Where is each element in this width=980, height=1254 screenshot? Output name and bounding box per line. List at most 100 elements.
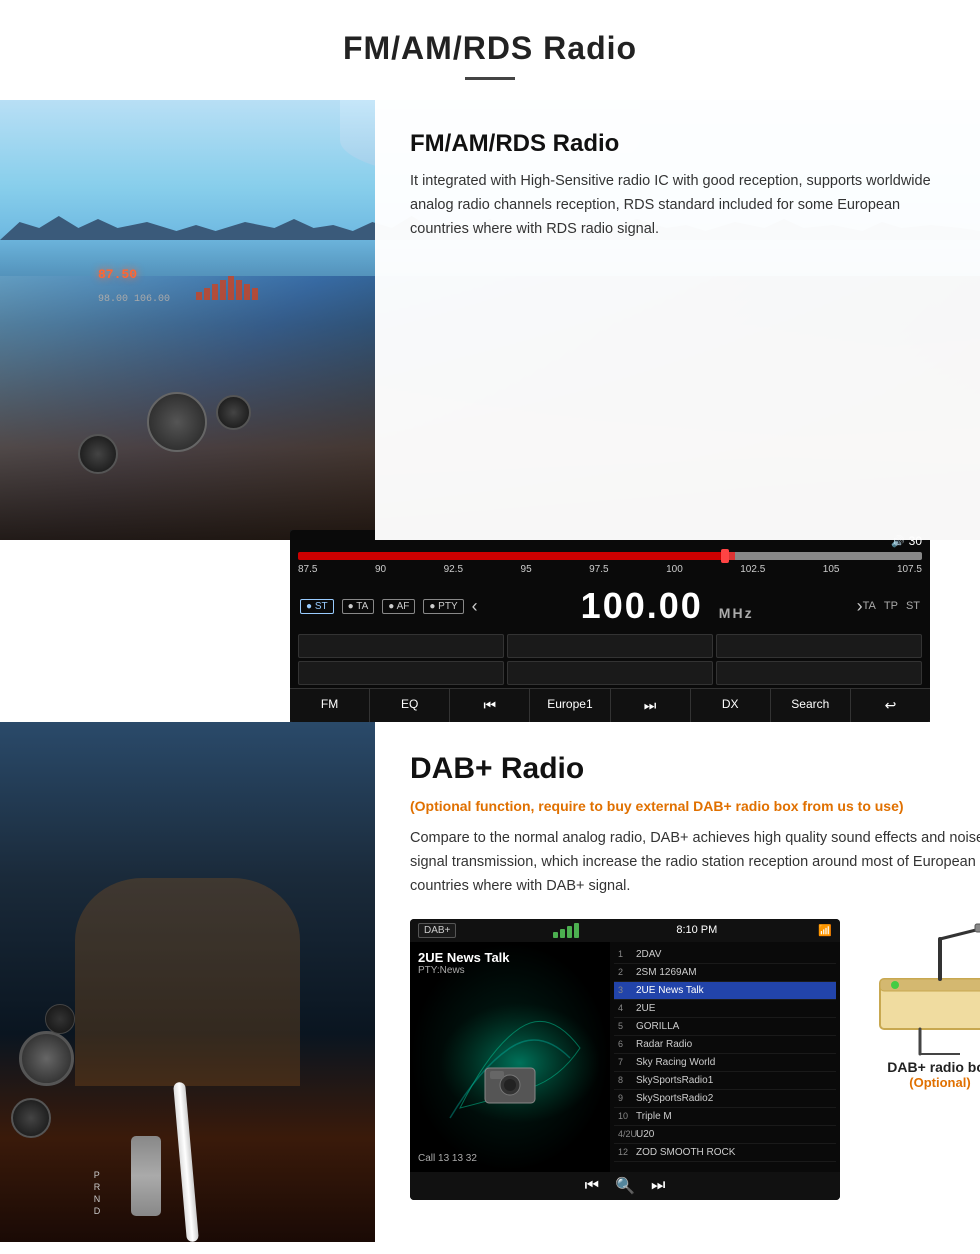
hero-right-panel: FM/AM/RDS Radio It integrated with High-…: [375, 100, 980, 540]
fm-hero-section: 87.50 98.00 106.00 FM/AM/RDS Radio It in…: [0, 100, 980, 540]
dab-visual-art: [430, 988, 610, 1138]
fm-screen-container: 🔊 30 87.5 90 92.5 95 97.5 100 102.5 105 …: [290, 530, 930, 722]
freq-label-925: 92.5: [444, 564, 463, 575]
station-name-8: SkySportsRadio1: [636, 1075, 713, 1086]
fm-button-search[interactable]: Search: [771, 689, 851, 722]
station-name-4: 2UE: [636, 1003, 655, 1014]
dab-next-button[interactable]: ⏭: [651, 1177, 665, 1195]
dab-left-panel: [0, 722, 375, 1230]
fm-preset-4[interactable]: [298, 661, 504, 685]
dab-station-item[interactable]: 7 Sky Racing World: [614, 1054, 836, 1072]
freq-label-95: 95: [521, 564, 532, 575]
badge-st[interactable]: ● ST: [300, 599, 334, 614]
label-tp: TP: [884, 600, 898, 612]
page-header: FM/AM/RDS Radio: [0, 0, 980, 100]
fm-button-dx[interactable]: DX: [691, 689, 771, 722]
station-num-1: 1: [618, 949, 636, 959]
dab-station-info: 2UE News Talk PTY:News: [418, 950, 602, 976]
fm-section-title: FM/AM/RDS Radio: [410, 130, 945, 158]
dab-signal-bars: [553, 923, 579, 938]
freq-prev-button[interactable]: ‹: [472, 596, 478, 617]
freq-label-90: 90: [375, 564, 386, 575]
dab-station-item[interactable]: 6 Radar Radio: [614, 1036, 836, 1054]
signal-bar-3: [567, 926, 572, 938]
dab-pty: PTY:News: [418, 965, 602, 976]
fm-screen: 🔊 30 87.5 90 92.5 95 97.5 100 102.5 105 …: [290, 530, 930, 722]
station-name-10: Triple M: [636, 1111, 672, 1122]
dab-section: P R N D DAB+ Radio (Optional function, r…: [0, 722, 980, 1242]
dab-box-container: DAB+ radio box (Optional): [860, 919, 980, 1090]
fm-preset-1[interactable]: [298, 634, 504, 658]
station-num-4: 4: [618, 1003, 636, 1013]
station-num-7: 7: [618, 1057, 636, 1067]
signal-bar-1: [553, 932, 558, 938]
dab-station-item[interactable]: 4/2U U20: [614, 1126, 836, 1144]
freq-label-1025: 102.5: [740, 564, 765, 575]
fm-button-eq[interactable]: EQ: [370, 689, 450, 722]
dab-prev-button[interactable]: ⏮: [585, 1177, 599, 1195]
dab-call-info: Call 13 13 32: [418, 1153, 477, 1164]
dab-screen-left: 2UE News Talk PTY:News: [410, 942, 610, 1172]
freq-track[interactable]: [298, 552, 922, 560]
dab-content: DAB+ Radio (Optional function, require t…: [0, 722, 980, 1230]
station-num-12: 12: [618, 1147, 636, 1157]
dab-screen-top: DAB+ 8:10 PM 📶: [410, 919, 840, 942]
next-icon: ⏭: [644, 697, 657, 713]
fm-preset-6[interactable]: [716, 661, 922, 685]
station-name-3: 2UE News Talk: [636, 985, 704, 996]
fm-frequency-display: 100.00 MHz: [486, 585, 849, 627]
fm-button-fm[interactable]: FM: [290, 689, 370, 722]
fm-button-next[interactable]: ⏭: [611, 689, 691, 722]
station-num-8: 8: [618, 1075, 636, 1085]
station-num-6: 6: [618, 1039, 636, 1049]
fm-preset-2[interactable]: [507, 634, 713, 658]
title-underline: [465, 77, 515, 80]
dab-badge: DAB+: [418, 923, 456, 938]
dab-station-item[interactable]: 4 2UE: [614, 1000, 836, 1018]
freq-labels: 87.5 90 92.5 95 97.5 100 102.5 105 107.5: [298, 562, 922, 577]
hero-content: FM/AM/RDS Radio It integrated with High-…: [0, 100, 980, 540]
dab-station-item[interactable]: 8 SkySportsRadio1: [614, 1072, 836, 1090]
freq-label-100: 100: [666, 564, 683, 575]
fm-controls-top: ● ST ● TA ● AF ● PTY ‹ 100.00 MHz › TA T…: [290, 581, 930, 631]
fm-presets: [290, 631, 930, 688]
dab-screen: DAB+ 8:10 PM 📶: [410, 919, 840, 1200]
freq-label-975: 97.5: [589, 564, 608, 575]
signal-bar-2: [560, 929, 565, 938]
dab-time: 8:10 PM: [676, 924, 717, 936]
dab-station-item-active[interactable]: 3 2UE News Talk: [614, 982, 836, 1000]
page-title: FM/AM/RDS Radio: [20, 30, 960, 67]
station-name-12: ZOD SMOOTH ROCK: [636, 1147, 735, 1158]
badge-ta[interactable]: ● TA: [342, 599, 375, 614]
station-num-11: 4/2U: [618, 1129, 636, 1139]
dab-section-title: DAB+ Radio: [410, 752, 980, 786]
dab-station-item[interactable]: 10 Triple M: [614, 1108, 836, 1126]
badge-af[interactable]: ● AF: [382, 599, 415, 614]
badge-pty[interactable]: ● PTY: [423, 599, 463, 614]
dab-section-description: Compare to the normal analog radio, DAB+…: [410, 827, 980, 899]
fm-button-europe1[interactable]: Europe1: [530, 689, 610, 722]
dab-station-item[interactable]: 5 GORILLA: [614, 1018, 836, 1036]
hero-left-panel: [0, 100, 375, 540]
dab-station-item[interactable]: 1 2DAV: [614, 946, 836, 964]
freq-thumb[interactable]: [721, 549, 729, 563]
station-num-2: 2: [618, 967, 636, 977]
fm-button-prev[interactable]: ⏮: [450, 689, 530, 722]
station-name-6: Radar Radio: [636, 1039, 692, 1050]
fm-screen-inner: 🔊 30 87.5 90 92.5 95 97.5 100 102.5 105 …: [290, 530, 930, 722]
dab-right-panel: DAB+ Radio (Optional function, require t…: [375, 722, 980, 1230]
station-name-1: 2DAV: [636, 949, 661, 960]
fm-preset-3[interactable]: [716, 634, 922, 658]
dab-station-item[interactable]: 2 2SM 1269AM: [614, 964, 836, 982]
station-name-5: GORILLA: [636, 1021, 679, 1032]
fm-preset-5[interactable]: [507, 661, 713, 685]
freq-label-105: 105: [823, 564, 840, 575]
fm-button-back[interactable]: ↩: [851, 689, 930, 722]
dab-search-button[interactable]: 🔍: [615, 1176, 635, 1196]
freq-label-875: 87.5: [298, 564, 317, 575]
station-num-5: 5: [618, 1021, 636, 1031]
dab-station-list: 1 2DAV 2 2SM 1269AM 3 2UE News Talk: [614, 946, 836, 1162]
dab-station-item[interactable]: 9 SkySportsRadio2: [614, 1090, 836, 1108]
dab-station-item[interactable]: 12 ZOD SMOOTH ROCK: [614, 1144, 836, 1162]
signal-bar-4: [574, 923, 579, 938]
